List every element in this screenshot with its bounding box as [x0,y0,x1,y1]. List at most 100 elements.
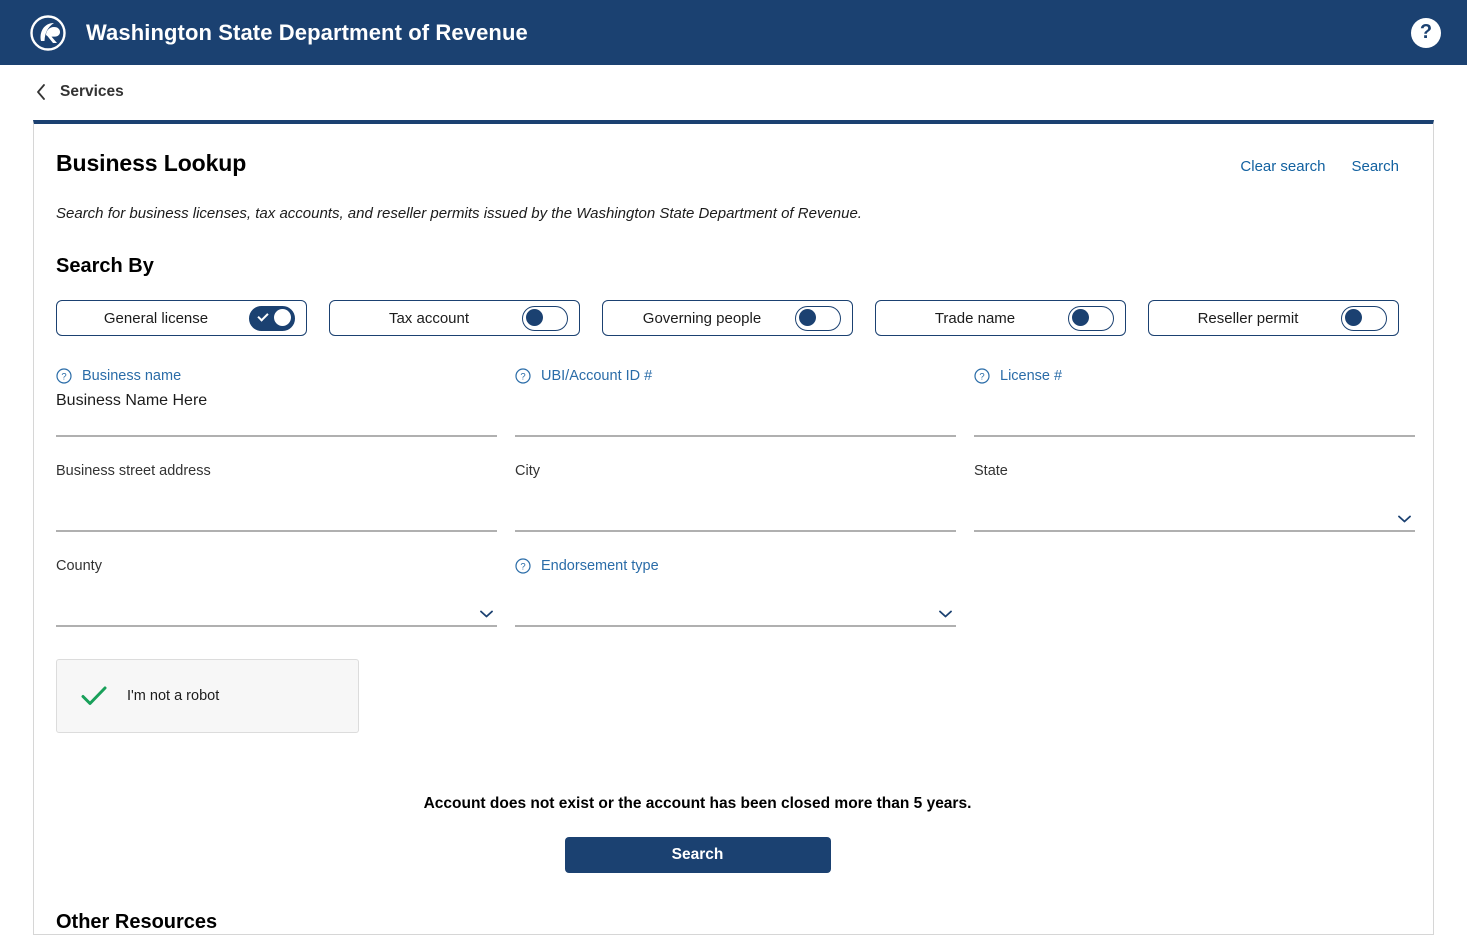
field-business-name-label-row: ? Business name [56,366,497,386]
business-name-input[interactable]: Business Name Here [56,386,497,437]
captcha-label: I'm not a robot [127,688,219,704]
street-address-input[interactable] [56,481,497,532]
svg-text:?: ? [979,372,984,383]
toggle-governing-people-switch[interactable] [795,306,841,331]
switch-knob [799,309,816,326]
field-county-label-row: County [56,556,497,576]
toggle-trade-name[interactable]: Trade name [875,300,1126,336]
svg-text:?: ? [520,562,525,573]
field-business-name-label[interactable]: Business name [82,368,181,384]
field-endorsement-type: ? Endorsement type [515,556,956,627]
switch-knob [1345,309,1362,326]
toggle-governing-people[interactable]: Governing people [602,300,853,336]
field-license: ? License # [974,366,1415,437]
dor-swoosh-logo-icon [30,15,66,51]
breadcrumb: Services [0,65,1467,118]
toggle-general-license[interactable]: General license [56,300,307,336]
state-select[interactable] [974,481,1415,532]
field-business-name: ? Business name Business Name Here [56,366,497,437]
other-resources-heading: Other Resources [56,911,1399,934]
search-by-heading: Search By [56,255,1399,278]
grid-spacer [956,461,974,532]
status-message: Account does not exist or the account ha… [56,795,1399,813]
page-title: Business Lookup [56,150,246,177]
card-description: Search for business licenses, tax accoun… [56,205,1399,222]
grid-row-gap [56,437,1415,461]
question-mark-circle-icon[interactable]: ? [974,368,990,384]
field-endorsement-type-label-row: ? Endorsement type [515,556,956,576]
city-input[interactable] [515,481,956,532]
search-by-toggle-group: General license Tax account Governing pe… [56,300,1399,336]
svg-text:?: ? [61,372,66,383]
field-endorsement-type-label[interactable]: Endorsement type [541,558,659,574]
toggle-tax-account[interactable]: Tax account [329,300,580,336]
check-icon [257,310,268,321]
switch-knob [1072,309,1089,326]
field-street-address-label: Business street address [56,463,211,479]
switch-knob [274,309,291,326]
question-mark-circle-icon[interactable]: ? [56,368,72,384]
breadcrumb-services-link[interactable]: Services [60,83,124,101]
grid-spacer [497,366,515,437]
grid-spacer [974,556,1415,627]
field-state-label: State [974,463,1008,479]
business-lookup-card: Business Lookup Clear search Search Sear… [33,120,1434,935]
field-city-label-row: City [515,461,956,481]
card-header-links: Clear search Search [1240,158,1399,175]
clear-search-link[interactable]: Clear search [1240,158,1325,175]
field-county: County [56,556,497,627]
question-mark-circle-icon[interactable]: ? [515,368,531,384]
field-county-label: County [56,558,102,574]
brand-group: Washington State Department of Revenue [30,15,528,51]
toggle-tax-account-label: Tax account [342,310,522,327]
toggle-reseller-permit-label: Reseller permit [1161,310,1341,327]
chevron-left-icon[interactable] [36,84,46,100]
help-button[interactable]: ? [1411,18,1441,48]
toggle-reseller-permit-switch[interactable] [1341,306,1387,331]
grid-spacer [497,556,515,627]
help-icon-glyph: ? [1420,22,1432,42]
card-header: Business Lookup Clear search Search [56,150,1399,177]
question-mark-circle-icon[interactable]: ? [515,558,531,574]
field-state: State [974,461,1415,532]
license-input[interactable] [974,386,1415,437]
grid-spacer [956,556,974,627]
grid-row-gap [56,532,1415,556]
ubi-input[interactable] [515,386,956,437]
toggle-general-license-label: General license [69,310,249,327]
svg-text:?: ? [520,372,525,383]
search-form: ? Business name Business Name Here ? UBI… [56,366,1399,627]
grid-spacer [956,366,974,437]
endorsement-type-select[interactable] [515,576,956,627]
toggle-general-license-switch[interactable] [249,306,295,331]
field-street-address: Business street address [56,461,497,532]
field-ubi-label-row: ? UBI/Account ID # [515,366,956,386]
app-header: Washington State Department of Revenue ? [0,0,1467,65]
chevron-down-icon[interactable] [939,610,952,618]
field-street-address-label-row: Business street address [56,461,497,481]
submit-row: Search [56,837,1399,873]
field-state-label-row: State [974,461,1415,481]
toggle-reseller-permit[interactable]: Reseller permit [1148,300,1399,336]
business-name-value: Business Name Here [56,392,207,410]
field-license-label-row: ? License # [974,366,1415,386]
county-select[interactable] [56,576,497,627]
chevron-down-icon[interactable] [480,610,493,618]
search-button[interactable]: Search [565,837,831,873]
captcha-not-a-robot[interactable]: I'm not a robot [56,659,359,733]
grid-spacer [497,461,515,532]
app-title: Washington State Department of Revenue [86,20,528,46]
field-ubi: ? UBI/Account ID # [515,366,956,437]
field-city: City [515,461,956,532]
toggle-tax-account-switch[interactable] [522,306,568,331]
field-ubi-label[interactable]: UBI/Account ID # [541,368,652,384]
chevron-down-icon[interactable] [1398,515,1411,523]
toggle-trade-name-label: Trade name [888,310,1068,327]
field-city-label: City [515,463,540,479]
switch-knob [526,309,543,326]
field-license-label[interactable]: License # [1000,368,1062,384]
toggle-governing-people-label: Governing people [615,310,795,327]
toggle-trade-name-switch[interactable] [1068,306,1114,331]
search-link[interactable]: Search [1351,158,1399,175]
green-checkmark-icon [81,686,107,706]
